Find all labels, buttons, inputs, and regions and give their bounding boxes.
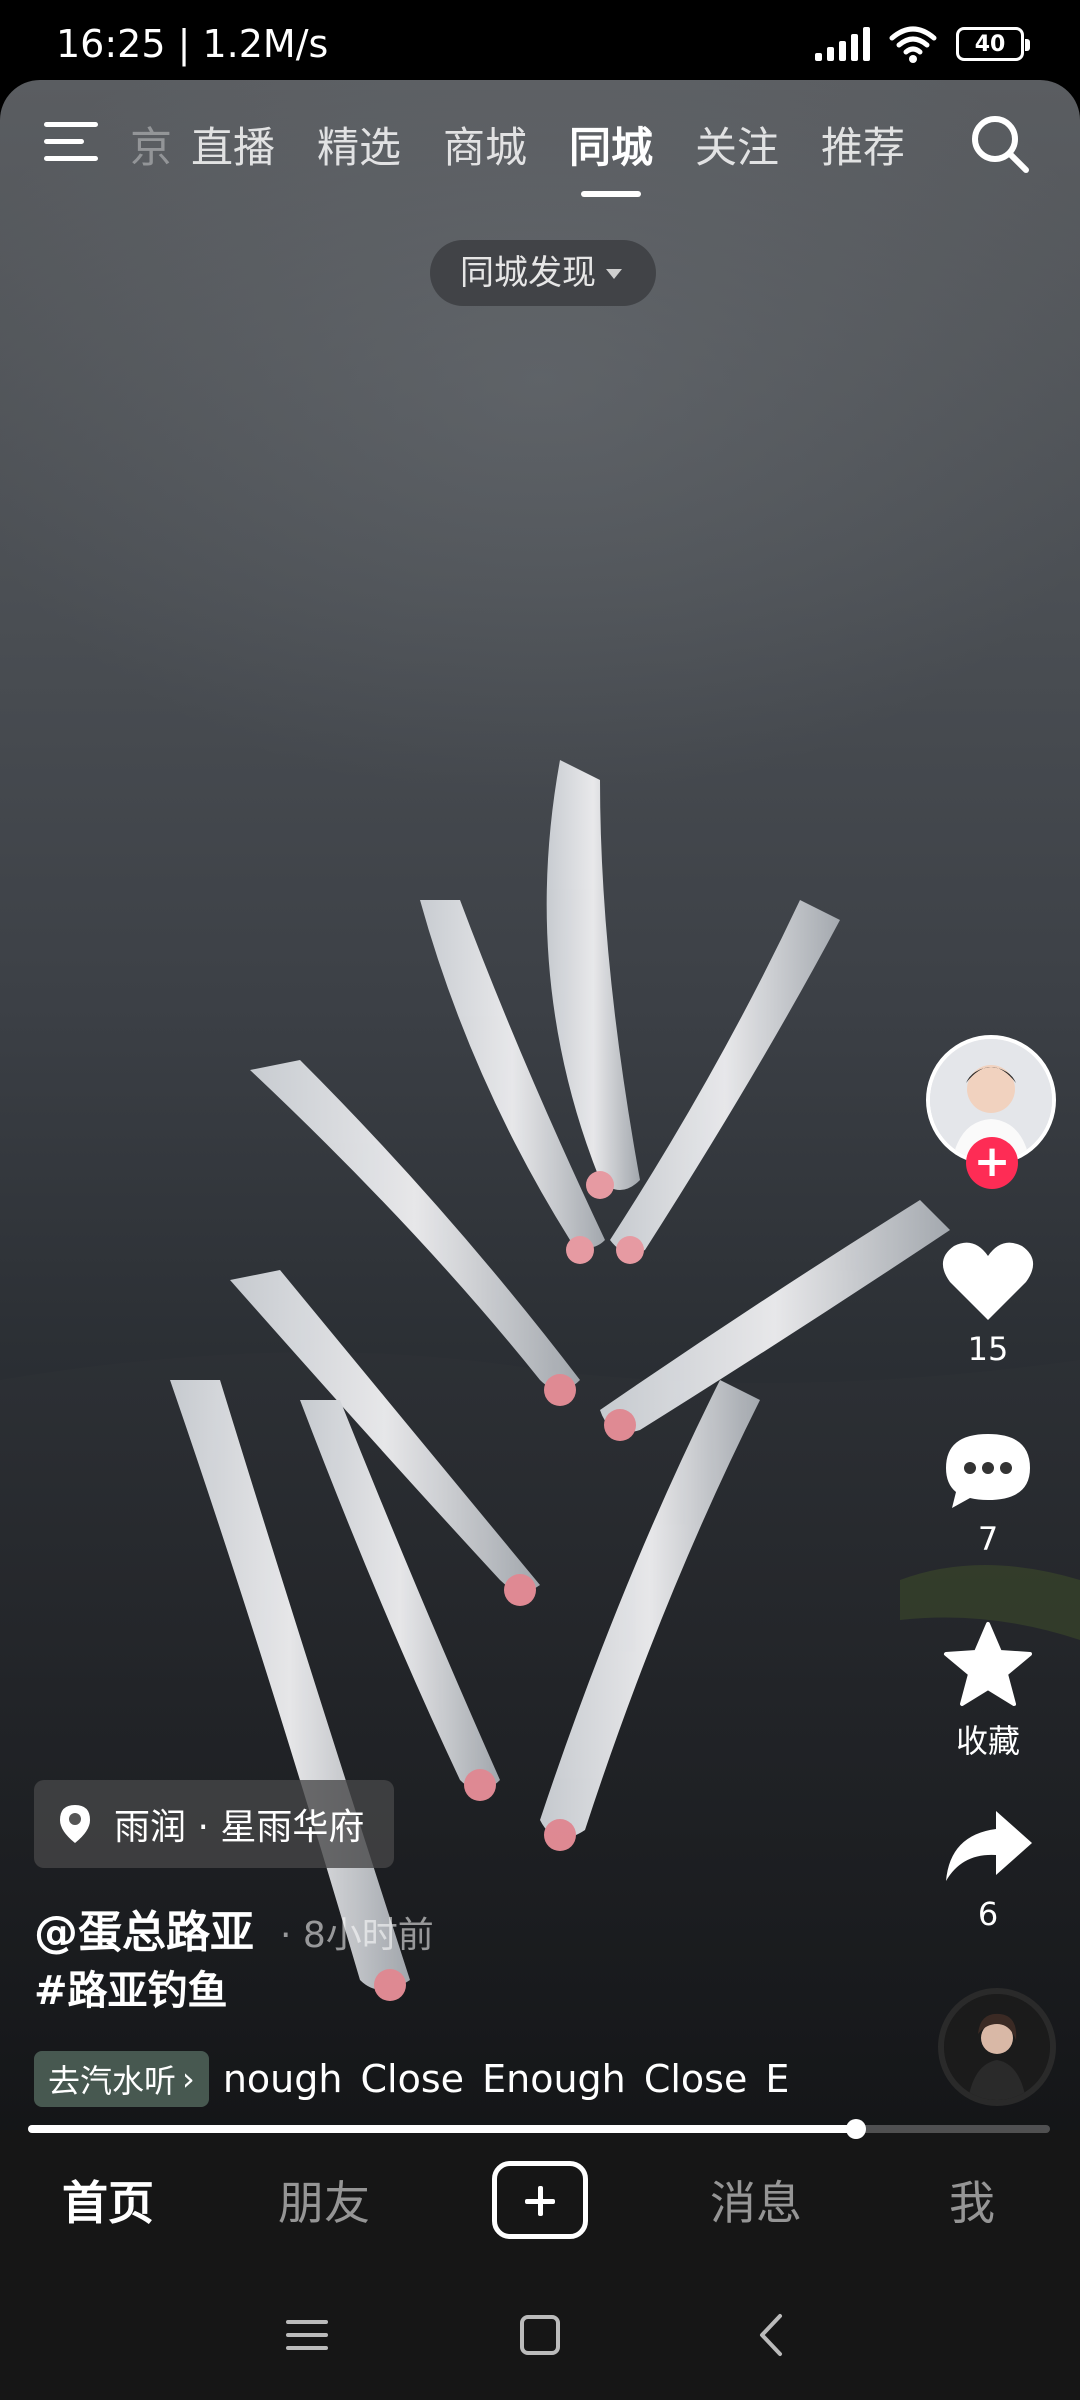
author-name[interactable]: @蛋总路亚 [34, 1896, 254, 1960]
hashtag[interactable]: #路亚钓鱼 [34, 1958, 228, 2016]
listen-in-qishui-button[interactable]: 去汽水听 › [34, 2051, 209, 2107]
local-discover-dropdown[interactable]: 同城发现 [430, 240, 656, 306]
tab-messages[interactable]: 消息 [648, 2167, 864, 2233]
author-line: @蛋总路亚 · 8小时前 [34, 1896, 434, 1960]
recent-apps-icon[interactable] [282, 2310, 332, 2360]
status-time: 16:25 | 1.2M/s [56, 22, 329, 66]
tab-mall[interactable]: 商城 [422, 108, 548, 175]
like-count: 15 [967, 1330, 1009, 1368]
tab-partial[interactable]: 京 [130, 108, 170, 175]
top-nav: 京 直播 精选 商城 同城 关注 推荐 [0, 100, 1080, 200]
chevron-right-icon: › [182, 2060, 195, 2098]
share-icon [946, 1811, 1032, 1881]
favorite-button[interactable]: 收藏 [908, 1620, 1068, 1762]
listen-label: 去汽水听 [48, 2062, 177, 2100]
nav-tabs: 京 直播 精选 商城 同城 关注 推荐 [130, 108, 926, 197]
music-title[interactable]: nough Close Enough Close E [223, 2057, 790, 2101]
status-bar: 16:25 | 1.2M/s 40 [0, 0, 1080, 80]
video-progress-bar[interactable] [28, 2119, 1050, 2139]
tab-me[interactable]: 我 [864, 2167, 1080, 2233]
tab-local[interactable]: 同城 [548, 108, 674, 197]
tab-recommend[interactable]: 推荐 [800, 108, 926, 175]
music-disc-avatar[interactable] [938, 1988, 1056, 2106]
follow-button[interactable]: + [966, 1137, 1018, 1189]
tab-following[interactable]: 关注 [674, 108, 800, 175]
location-pin-icon [60, 1805, 90, 1843]
like-button[interactable]: 15 [908, 1240, 1068, 1368]
disc-image [944, 1994, 1050, 2100]
menu-icon[interactable] [44, 118, 102, 166]
progress-fill [28, 2125, 856, 2133]
signal-icon [815, 27, 870, 61]
system-nav-bar [0, 2270, 1080, 2400]
discover-label: 同城发现 [460, 253, 596, 293]
battery-icon: 40 [956, 27, 1030, 61]
back-icon[interactable] [748, 2310, 798, 2360]
tab-friends[interactable]: 朋友 [216, 2167, 432, 2233]
home-icon[interactable] [515, 2310, 565, 2360]
tab-featured[interactable]: 精选 [296, 108, 422, 175]
tab-home[interactable]: 首页 [0, 2167, 216, 2233]
comment-icon [946, 1434, 1030, 1508]
plus-icon [492, 2161, 588, 2239]
location-text: 雨润 · 星雨华府 [114, 1807, 365, 1848]
heart-icon [942, 1242, 1034, 1320]
search-icon[interactable] [968, 112, 1032, 176]
post-time: · 8小时前 [280, 1915, 434, 1956]
comment-button[interactable]: 7 [908, 1430, 1068, 1558]
caret-down-icon [606, 269, 622, 279]
music-row: 去汽水听 › nough Close Enough Close E [34, 2050, 834, 2108]
favorite-label: 收藏 [955, 1722, 1020, 1760]
create-button[interactable] [432, 2161, 648, 2239]
star-icon [944, 1622, 1032, 1706]
progress-handle[interactable] [845, 2119, 866, 2139]
share-count: 6 [977, 1895, 999, 1933]
status-icons: 40 [815, 24, 1030, 64]
comment-count: 7 [977, 1520, 999, 1558]
share-button[interactable]: 6 [908, 1805, 1068, 1933]
bottom-tab-bar: 首页 朋友 消息 我 [0, 2130, 1080, 2270]
wifi-icon [889, 26, 937, 63]
location-tag[interactable]: 雨润 · 星雨华府 [34, 1780, 395, 1868]
tab-live[interactable]: 直播 [170, 108, 296, 175]
